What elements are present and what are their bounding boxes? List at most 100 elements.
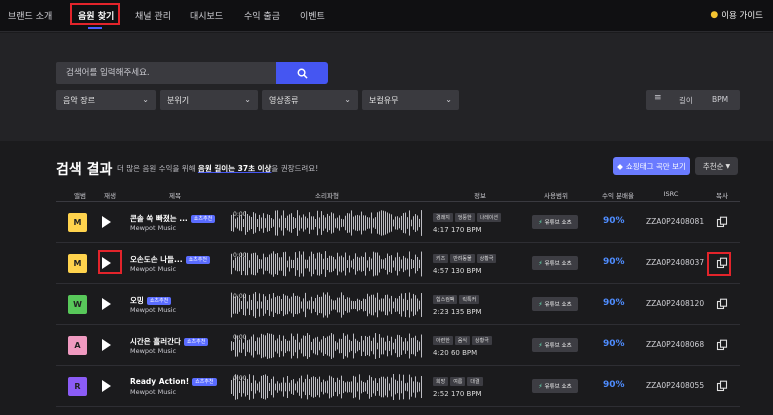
usage-label: 유튜브 쇼츠: [544, 384, 572, 390]
sort-dropdown[interactable]: 추천순 ▼: [695, 157, 738, 175]
waveform[interactable]: [231, 208, 423, 238]
tag-list: 희망 여름 대결: [433, 377, 483, 386]
tag-list: 키즈 반려동물 상황극: [433, 254, 497, 263]
nav-brand-intro[interactable]: 브랜드 소개: [8, 9, 52, 22]
track-title-text: 오밍: [130, 296, 144, 305]
shopping-bag-icon: ◆: [617, 161, 623, 171]
track-title[interactable]: 오손도손 나들... 쇼츠추천: [130, 254, 210, 265]
play-icon[interactable]: [102, 298, 111, 310]
nav-find-music[interactable]: 음원 찾기: [78, 9, 114, 22]
genre-tag: 대결: [467, 377, 483, 386]
album-letter: M: [73, 218, 82, 227]
vocal-select-label: 보컬유무: [369, 95, 399, 105]
play-icon[interactable]: [102, 216, 111, 228]
youtube-shorts-icon: ⚡: [538, 259, 543, 267]
track-duration-bpm: 2:23 135 BPM: [433, 308, 482, 316]
table-row: A 시간은 흘러간다 쇼츠추천 Mewpot Music 0:00 아련한 음식 상황…: [56, 325, 740, 366]
waveform[interactable]: [231, 372, 423, 402]
track-title-text: 콘솔 쏙 빠졌는 ...: [130, 214, 188, 223]
album-letter: M: [73, 259, 82, 268]
copy-icon[interactable]: [716, 380, 728, 392]
revenue-rate: 90%: [603, 257, 625, 267]
isrc-code: ZZA0P2408055: [646, 381, 705, 390]
genre-tag: 상황극: [472, 336, 492, 345]
copy-icon[interactable]: [716, 339, 728, 351]
usage-badge: ⚡ 유튜브 쇼츠: [532, 215, 578, 229]
shorts-badge: 쇼츠추천: [146, 297, 172, 305]
nav-dashboard[interactable]: 대시보드: [190, 9, 223, 22]
track-title[interactable]: 오밍 쇼츠추천: [130, 295, 172, 306]
play-icon[interactable]: [102, 339, 111, 351]
guide-label: 이용 가이드: [721, 11, 763, 21]
copy-icon[interactable]: [716, 298, 728, 310]
nav-withdraw[interactable]: 수익 출금: [244, 9, 280, 22]
shorts-badge: 쇼츠추천: [190, 215, 216, 223]
album-art: M: [68, 213, 87, 232]
results-description: 더 많은 음원 수익을 위해 음원 길이는 37초 이상을 권장드려요!: [117, 163, 318, 174]
waveform-time: 0:00: [233, 334, 247, 341]
waveform[interactable]: [231, 290, 423, 320]
mood-select[interactable]: 분위기 ⌄: [160, 90, 258, 110]
desc-suffix: 을 권장드려요!: [271, 164, 319, 173]
shorts-badge: 쇼츠추천: [183, 338, 209, 346]
vocal-select[interactable]: 보컬유무 ⌄: [362, 90, 459, 110]
column-isrc: ISRC: [663, 190, 679, 198]
active-tab-indicator: [88, 27, 102, 29]
waveform-time: 0:00: [233, 211, 247, 218]
shorts-button-label: 쇼핑태그 곡만 보기: [625, 161, 686, 171]
guide-link[interactable]: ● 이용 가이드: [710, 9, 763, 21]
play-icon[interactable]: [102, 380, 111, 392]
column-title: 제목: [169, 192, 181, 200]
sort-bpm[interactable]: BPM: [712, 95, 728, 104]
album-art: W: [68, 295, 87, 314]
nav-event[interactable]: 이벤트: [300, 9, 325, 22]
filter-panel: [0, 33, 773, 141]
search-button[interactable]: [276, 62, 328, 84]
track-title[interactable]: Ready Action! 쇼츠추천: [130, 377, 217, 386]
table-row: R Ready Action! 쇼츠추천 Mewpot Music 0:00 희망…: [56, 366, 740, 407]
video-type-select[interactable]: 영상종류 ⌄: [262, 90, 358, 110]
track-title[interactable]: 시간은 흘러간다 쇼츠추천: [130, 336, 209, 347]
waveform[interactable]: [231, 331, 423, 361]
track-duration-bpm: 4:20 60 BPM: [433, 349, 478, 357]
track-title-text: 오손도손 나들...: [130, 255, 183, 264]
shorts-badge: 쇼츠추천: [185, 256, 210, 264]
genre-tag: 나레이션: [476, 213, 502, 222]
youtube-shorts-icon: ⚡: [538, 218, 543, 226]
album-letter: W: [73, 300, 82, 309]
genre-tag: 음식: [454, 336, 471, 345]
isrc-code: ZZA0P2408120: [646, 299, 705, 308]
table-row: M 콘솔 쏙 빠졌는 ... 쇼츠추천 Mewpot Music 0:00 경쾌지…: [56, 202, 740, 243]
sort-dropdown-label: 추천순: [702, 161, 724, 171]
sort-length[interactable]: 길이: [679, 95, 693, 106]
revenue-rate: 90%: [603, 216, 625, 226]
play-icon[interactable]: [102, 257, 111, 269]
usage-badge: ⚡ 유튜브 쇼츠: [532, 256, 578, 270]
usage-badge: ⚡ 유튜브 쇼츠: [532, 297, 578, 311]
album-letter: R: [74, 382, 81, 391]
youtube-shorts-icon: ⚡: [538, 341, 543, 349]
track-title[interactable]: 콘솔 쏙 빠졌는 ... 쇼츠추천: [130, 213, 216, 224]
youtube-shorts-icon: ⚡: [538, 300, 543, 308]
copy-icon[interactable]: [716, 257, 728, 269]
youtube-shorts-icon: ⚡: [538, 382, 543, 390]
sort-group: ≡ 길이 BPM: [646, 90, 740, 110]
genre-tag: 희망: [433, 377, 449, 386]
copy-icon[interactable]: [716, 216, 728, 228]
waveform-time: 0:00: [233, 375, 247, 382]
column-usage: 사용범위: [544, 192, 568, 200]
waveform[interactable]: [231, 249, 423, 279]
shorts-only-button[interactable]: ◆ 쇼핑태그 곡만 보기: [613, 157, 690, 175]
genre-select[interactable]: 음악 장르 ⌄: [56, 90, 156, 110]
nav-channel-manage[interactable]: 채널 관리: [135, 9, 171, 22]
lightbulb-icon: ●: [710, 10, 719, 20]
track-artist: Mewpot Music: [130, 388, 177, 396]
genre-tag: 키즈: [433, 254, 449, 263]
tag-list: 아련한 음식 상황극: [433, 336, 492, 345]
search-input[interactable]: [56, 62, 276, 84]
genre-tag: 엉뚱한: [454, 213, 475, 222]
filter-icon[interactable]: ≡: [654, 93, 662, 103]
shorts-badge: 쇼츠추천: [192, 378, 217, 386]
results-title: 검색 결과: [56, 162, 113, 178]
usage-label: 유튜브 쇼츠: [544, 261, 572, 267]
